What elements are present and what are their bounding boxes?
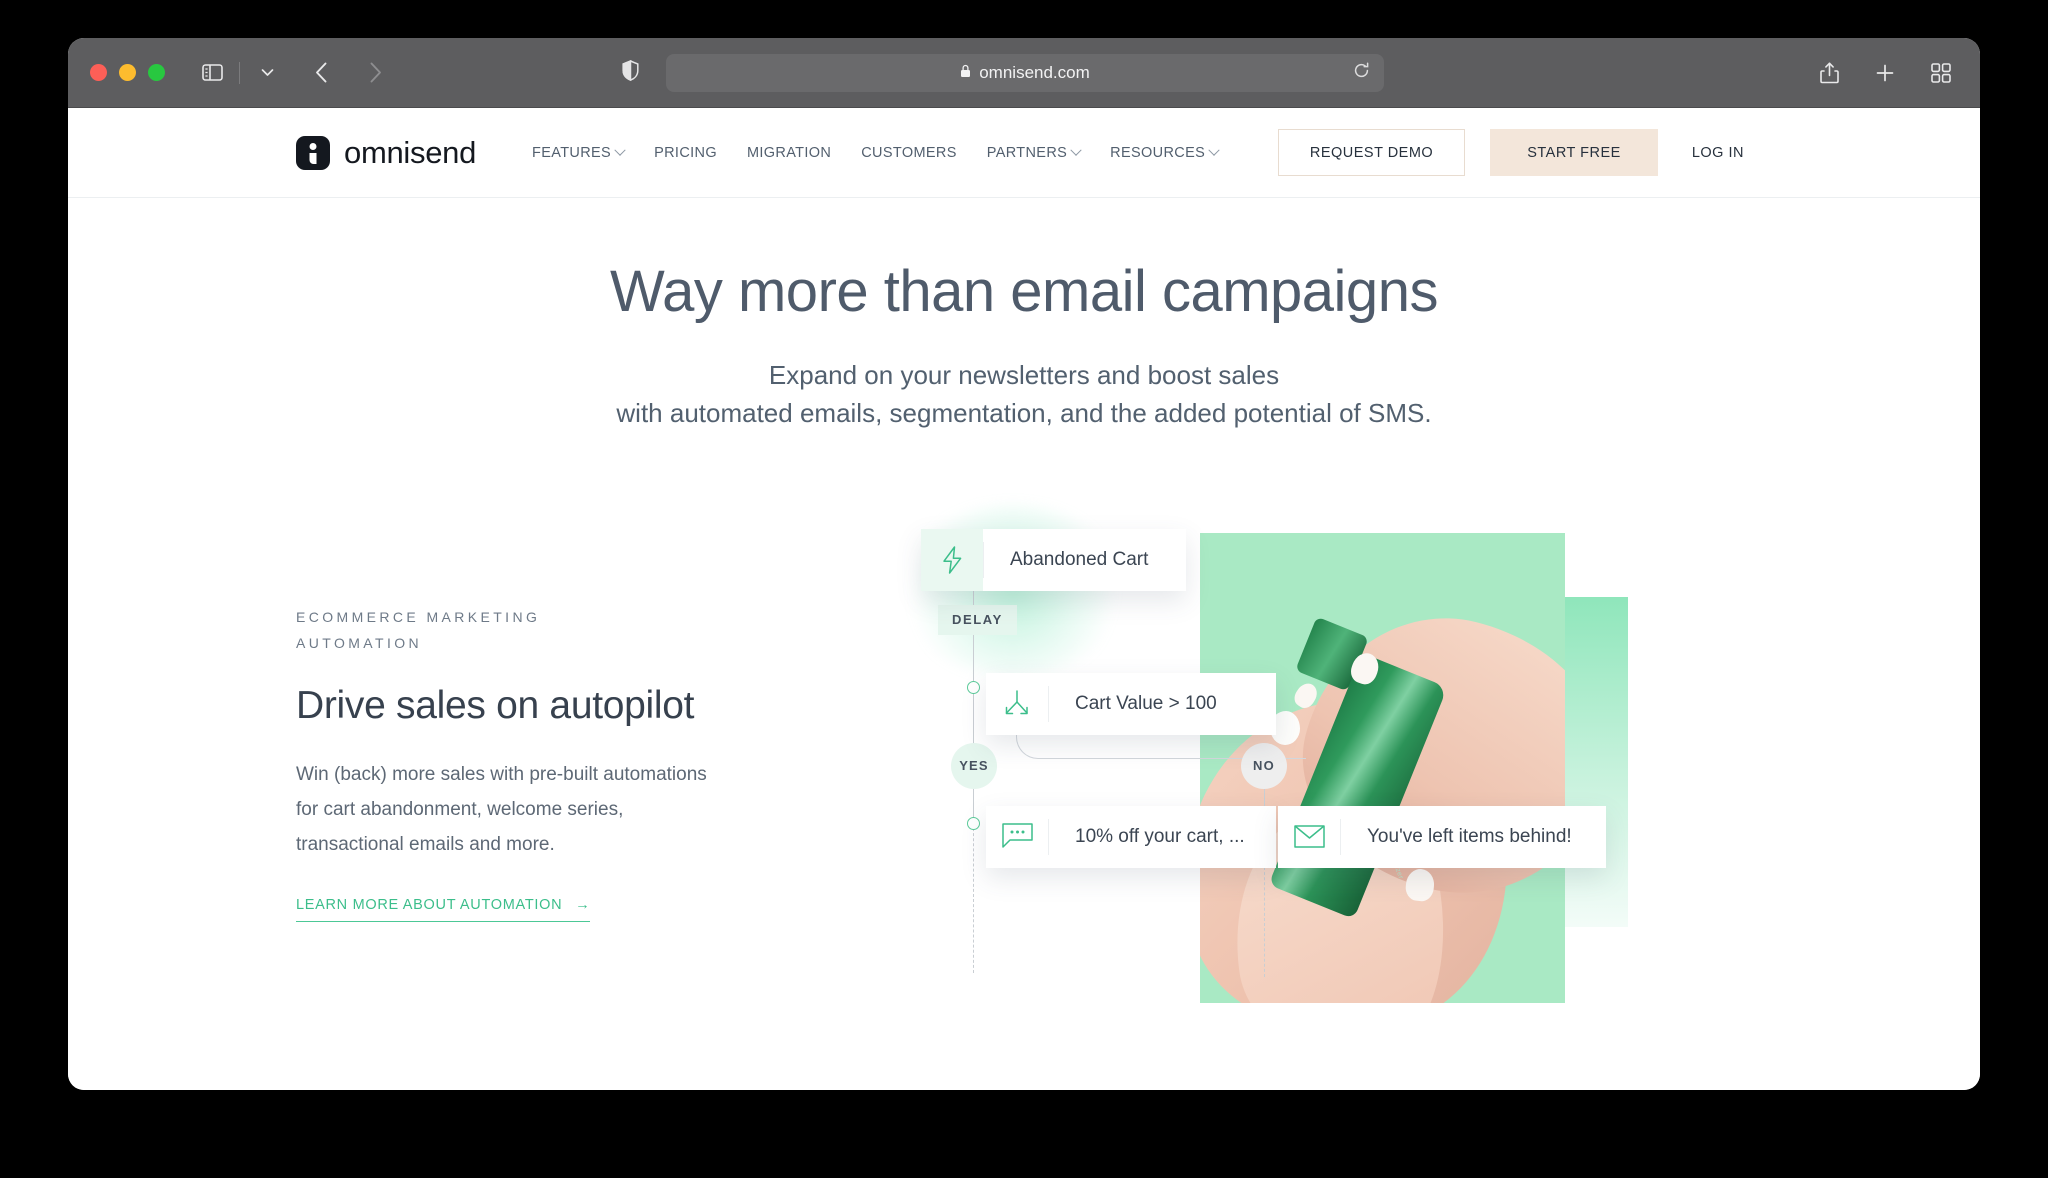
url-text: omnisend.com <box>979 63 1090 82</box>
nav-item-partners[interactable]: PARTNERS <box>986 144 1082 161</box>
feature-body: Win (back) more sales with pre-built aut… <box>296 757 776 863</box>
request-demo-button[interactable]: REQUEST DEMO <box>1277 129 1466 176</box>
nav-item-customers[interactable]: CUSTOMERS <box>861 145 957 161</box>
hero-subtitle: Expand on your newsletters and boost sal… <box>68 356 1980 433</box>
feature-eyebrow: ECOMMERCE MARKETING AUTOMATION <box>296 608 541 651</box>
email-envelope-icon <box>1278 806 1340 868</box>
sidebar-toggle-icon[interactable] <box>195 58 229 88</box>
nav-item-features[interactable]: FEATURES <box>532 144 626 161</box>
nav-label: FEATURES <box>532 144 612 161</box>
forward-arrow-icon[interactable] <box>358 58 392 88</box>
share-icon[interactable] <box>1812 58 1846 88</box>
chevron-down-icon <box>1208 144 1220 156</box>
nav-label: CUSTOMERS <box>861 144 957 161</box>
workflow-card-label: Cart Value > 100 <box>1075 692 1217 714</box>
learn-more-link[interactable]: LEARN MORE ABOUT AUTOMATION → <box>296 896 591 922</box>
plus-icon[interactable] <box>1868 58 1902 88</box>
workflow-card-sms[interactable]: 10% off your cart, ... <box>986 805 1276 868</box>
main-navigation: FEATURES PRICING MIGRATION CUSTOMERS PAR… <box>532 144 1220 161</box>
workflow-card-label: 10% off your cart, ... <box>1075 825 1245 847</box>
browser-window: omnisend.com omnisend FEATURES PRICING M… <box>68 38 1980 1090</box>
chevron-down-icon[interactable] <box>250 58 284 88</box>
workflow-card-email[interactable]: You've left items behind! <box>1278 805 1606 868</box>
workflow-card-label: Abandoned Cart <box>1010 548 1149 570</box>
learn-more-label: LEARN MORE ABOUT AUTOMATION <box>296 896 563 913</box>
feature-copy: ECOMMERCE MARKETING AUTOMATION Drive sal… <box>296 605 816 922</box>
address-bar[interactable]: omnisend.com <box>666 54 1384 92</box>
feature-body-line-2: for cart abandonment, welcome series, <box>296 798 624 820</box>
shield-icon[interactable] <box>622 59 639 86</box>
page-title: Way more than email campaigns <box>610 259 1438 324</box>
connector-node <box>967 680 980 694</box>
connector-line-dashed <box>1264 866 1266 977</box>
brand-name: omnisend <box>344 134 477 170</box>
chevron-down-icon <box>1070 144 1082 156</box>
feature-body-line-1: Win (back) more sales with pre-built aut… <box>296 763 707 785</box>
toolbar-left-group <box>195 58 392 88</box>
start-free-button[interactable]: START FREE <box>1490 129 1658 176</box>
arrow-right-icon: → <box>575 896 591 913</box>
log-in-link[interactable]: LOG IN <box>1692 145 1744 161</box>
delay-badge: DELAY <box>938 604 1017 635</box>
lock-icon <box>960 63 971 83</box>
feature-title: Drive sales on autopilot <box>296 683 695 727</box>
site-header: omnisend FEATURES PRICING MIGRATION CUST… <box>68 108 1980 198</box>
tab-grid-icon[interactable] <box>1924 58 1958 88</box>
split-branch-icon <box>986 673 1048 735</box>
web-page: omnisend FEATURES PRICING MIGRATION CUST… <box>68 108 1980 1090</box>
close-window-button[interactable] <box>90 64 107 81</box>
workflow-card-label: You've left items behind! <box>1367 825 1572 847</box>
nav-item-migration[interactable]: MIGRATION <box>747 145 831 161</box>
nav-label: PRICING <box>654 144 717 161</box>
minimize-window-button[interactable] <box>119 64 136 81</box>
sms-bubble-icon <box>986 806 1048 868</box>
workflow-card-trigger[interactable]: Abandoned Cart <box>921 528 1186 591</box>
feature-section: ECOMMERCE MARKETING AUTOMATION Drive sal… <box>68 504 1980 1003</box>
hero-subtitle-line-1: Expand on your newsletters and boost sal… <box>768 359 1280 390</box>
workflow-card-condition[interactable]: Cart Value > 100 <box>986 672 1276 735</box>
connector-line-dashed <box>973 822 975 973</box>
feature-body-line-3: transactional emails and more. <box>296 834 555 856</box>
no-badge: NO <box>1241 742 1287 789</box>
nav-item-resources[interactable]: RESOURCES <box>1110 144 1220 161</box>
browser-toolbar: omnisend.com <box>68 38 1980 108</box>
back-arrow-icon[interactable] <box>304 58 338 88</box>
toolbar-divider <box>239 61 240 84</box>
header-actions: REQUEST DEMO START FREE LOG IN <box>1277 129 1744 176</box>
lightning-bolt-icon <box>921 528 983 591</box>
nav-item-pricing[interactable]: PRICING <box>654 145 717 161</box>
omnisend-logo-icon <box>296 135 330 170</box>
zoom-window-button[interactable] <box>148 64 165 81</box>
chevron-down-icon <box>614 144 626 156</box>
hero-section: Way more than email campaigns Expand on … <box>68 198 1980 433</box>
toolbar-right-group <box>1812 58 1958 88</box>
window-controls <box>90 64 165 81</box>
connector-node <box>967 816 980 830</box>
hero-subtitle-line-2: with automated emails, segmentation, and… <box>616 398 1432 429</box>
brand-logo[interactable]: omnisend <box>296 135 476 171</box>
url-display: omnisend.com <box>960 63 1090 83</box>
nav-label: RESOURCES <box>1110 144 1206 161</box>
reload-icon[interactable] <box>1353 62 1370 84</box>
nav-label: PARTNERS <box>986 144 1068 161</box>
yes-badge: YES <box>951 742 997 789</box>
automation-workflow-visual: the moisturizer DELAY YES NO <box>888 493 1888 1053</box>
nav-label: MIGRATION <box>746 144 832 161</box>
